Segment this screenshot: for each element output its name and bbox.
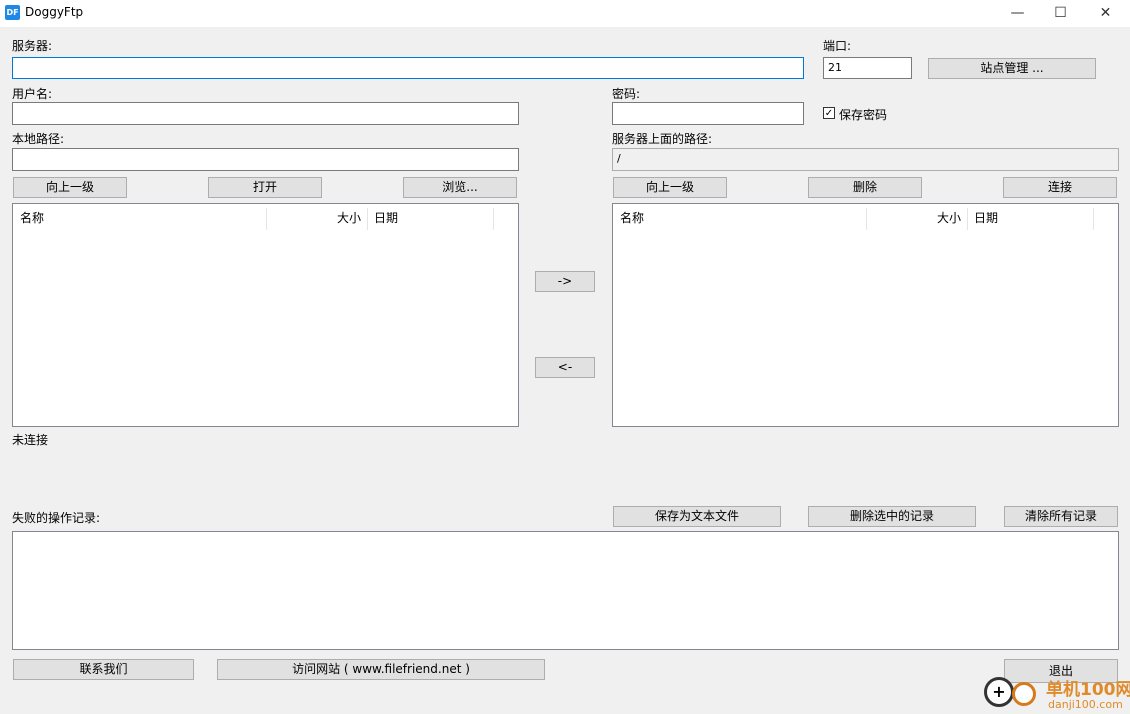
clear-all-button[interactable]: 清除所有记录 — [1004, 506, 1118, 527]
close-icon[interactable]: ✕ — [1083, 0, 1128, 27]
delete-selected-button[interactable]: 删除选中的记录 — [808, 506, 976, 527]
remote-file-list[interactable]: 名称 大小 日期 — [612, 203, 1119, 427]
remote-path-input[interactable]: / — [612, 148, 1119, 171]
local-file-list[interactable]: 名称 大小 日期 — [12, 203, 519, 427]
watermark-url: danji100.com — [1048, 698, 1123, 711]
upload-button[interactable]: -> — [535, 271, 595, 292]
watermark-dot-icon — [1012, 682, 1036, 706]
remote-up-button[interactable]: 向上一级 — [613, 177, 727, 198]
remote-col-size[interactable]: 大小 — [867, 208, 968, 230]
minimize-icon[interactable]: — — [995, 0, 1040, 27]
download-button[interactable]: <- — [535, 357, 595, 378]
browse-button[interactable]: 浏览... — [403, 177, 517, 198]
watermark-plus-icon: + — [984, 677, 1014, 707]
port-input[interactable]: 21 — [823, 57, 912, 79]
local-col-name[interactable]: 名称 — [13, 208, 267, 230]
local-col-size[interactable]: 大小 — [267, 208, 368, 230]
watermark-text: 单机100网 — [1046, 680, 1130, 700]
app-icon: DF — [5, 5, 20, 20]
remote-col-date[interactable]: 日期 — [968, 208, 1094, 230]
title-bar: DF DoggyFtp — ☐ ✕ — [0, 0, 1130, 27]
window-title: DoggyFtp — [25, 5, 84, 19]
local-path-label: 本地路径: — [12, 132, 65, 146]
visit-site-button[interactable]: 访问网站 ( www.filefriend.net ) — [217, 659, 545, 680]
password-input[interactable] — [612, 102, 804, 125]
watermark: + 单机100网 danji100.com — [982, 674, 1130, 714]
remote-delete-button[interactable]: 删除 — [808, 177, 922, 198]
remote-path-label: 服务器上面的路径: — [612, 132, 713, 146]
save-password-checkbox[interactable]: ✓ — [823, 107, 835, 119]
local-col-date[interactable]: 日期 — [368, 208, 494, 230]
local-up-button[interactable]: 向上一级 — [13, 177, 127, 198]
site-manager-button[interactable]: 站点管理 ... — [928, 58, 1096, 79]
save-as-text-button[interactable]: 保存为文本文件 — [613, 506, 781, 527]
username-label: 用户名: — [12, 87, 53, 101]
maximize-icon[interactable]: ☐ — [1038, 0, 1083, 27]
local-open-button[interactable]: 打开 — [208, 177, 322, 198]
username-input[interactable] — [12, 102, 519, 125]
contact-us-button[interactable]: 联系我们 — [13, 659, 194, 680]
server-label: 服务器: — [12, 39, 53, 53]
connection-status: 未连接 — [12, 433, 49, 447]
remote-col-name[interactable]: 名称 — [613, 208, 867, 230]
failed-log-list[interactable] — [12, 531, 1119, 650]
save-password-label: 保存密码 — [839, 108, 888, 122]
password-label: 密码: — [612, 87, 641, 101]
server-input[interactable] — [12, 57, 804, 79]
failed-log-label: 失败的操作记录: — [12, 511, 101, 525]
local-path-input[interactable] — [12, 148, 519, 171]
port-label: 端口: — [823, 39, 852, 53]
connect-button[interactable]: 连接 — [1003, 177, 1117, 198]
